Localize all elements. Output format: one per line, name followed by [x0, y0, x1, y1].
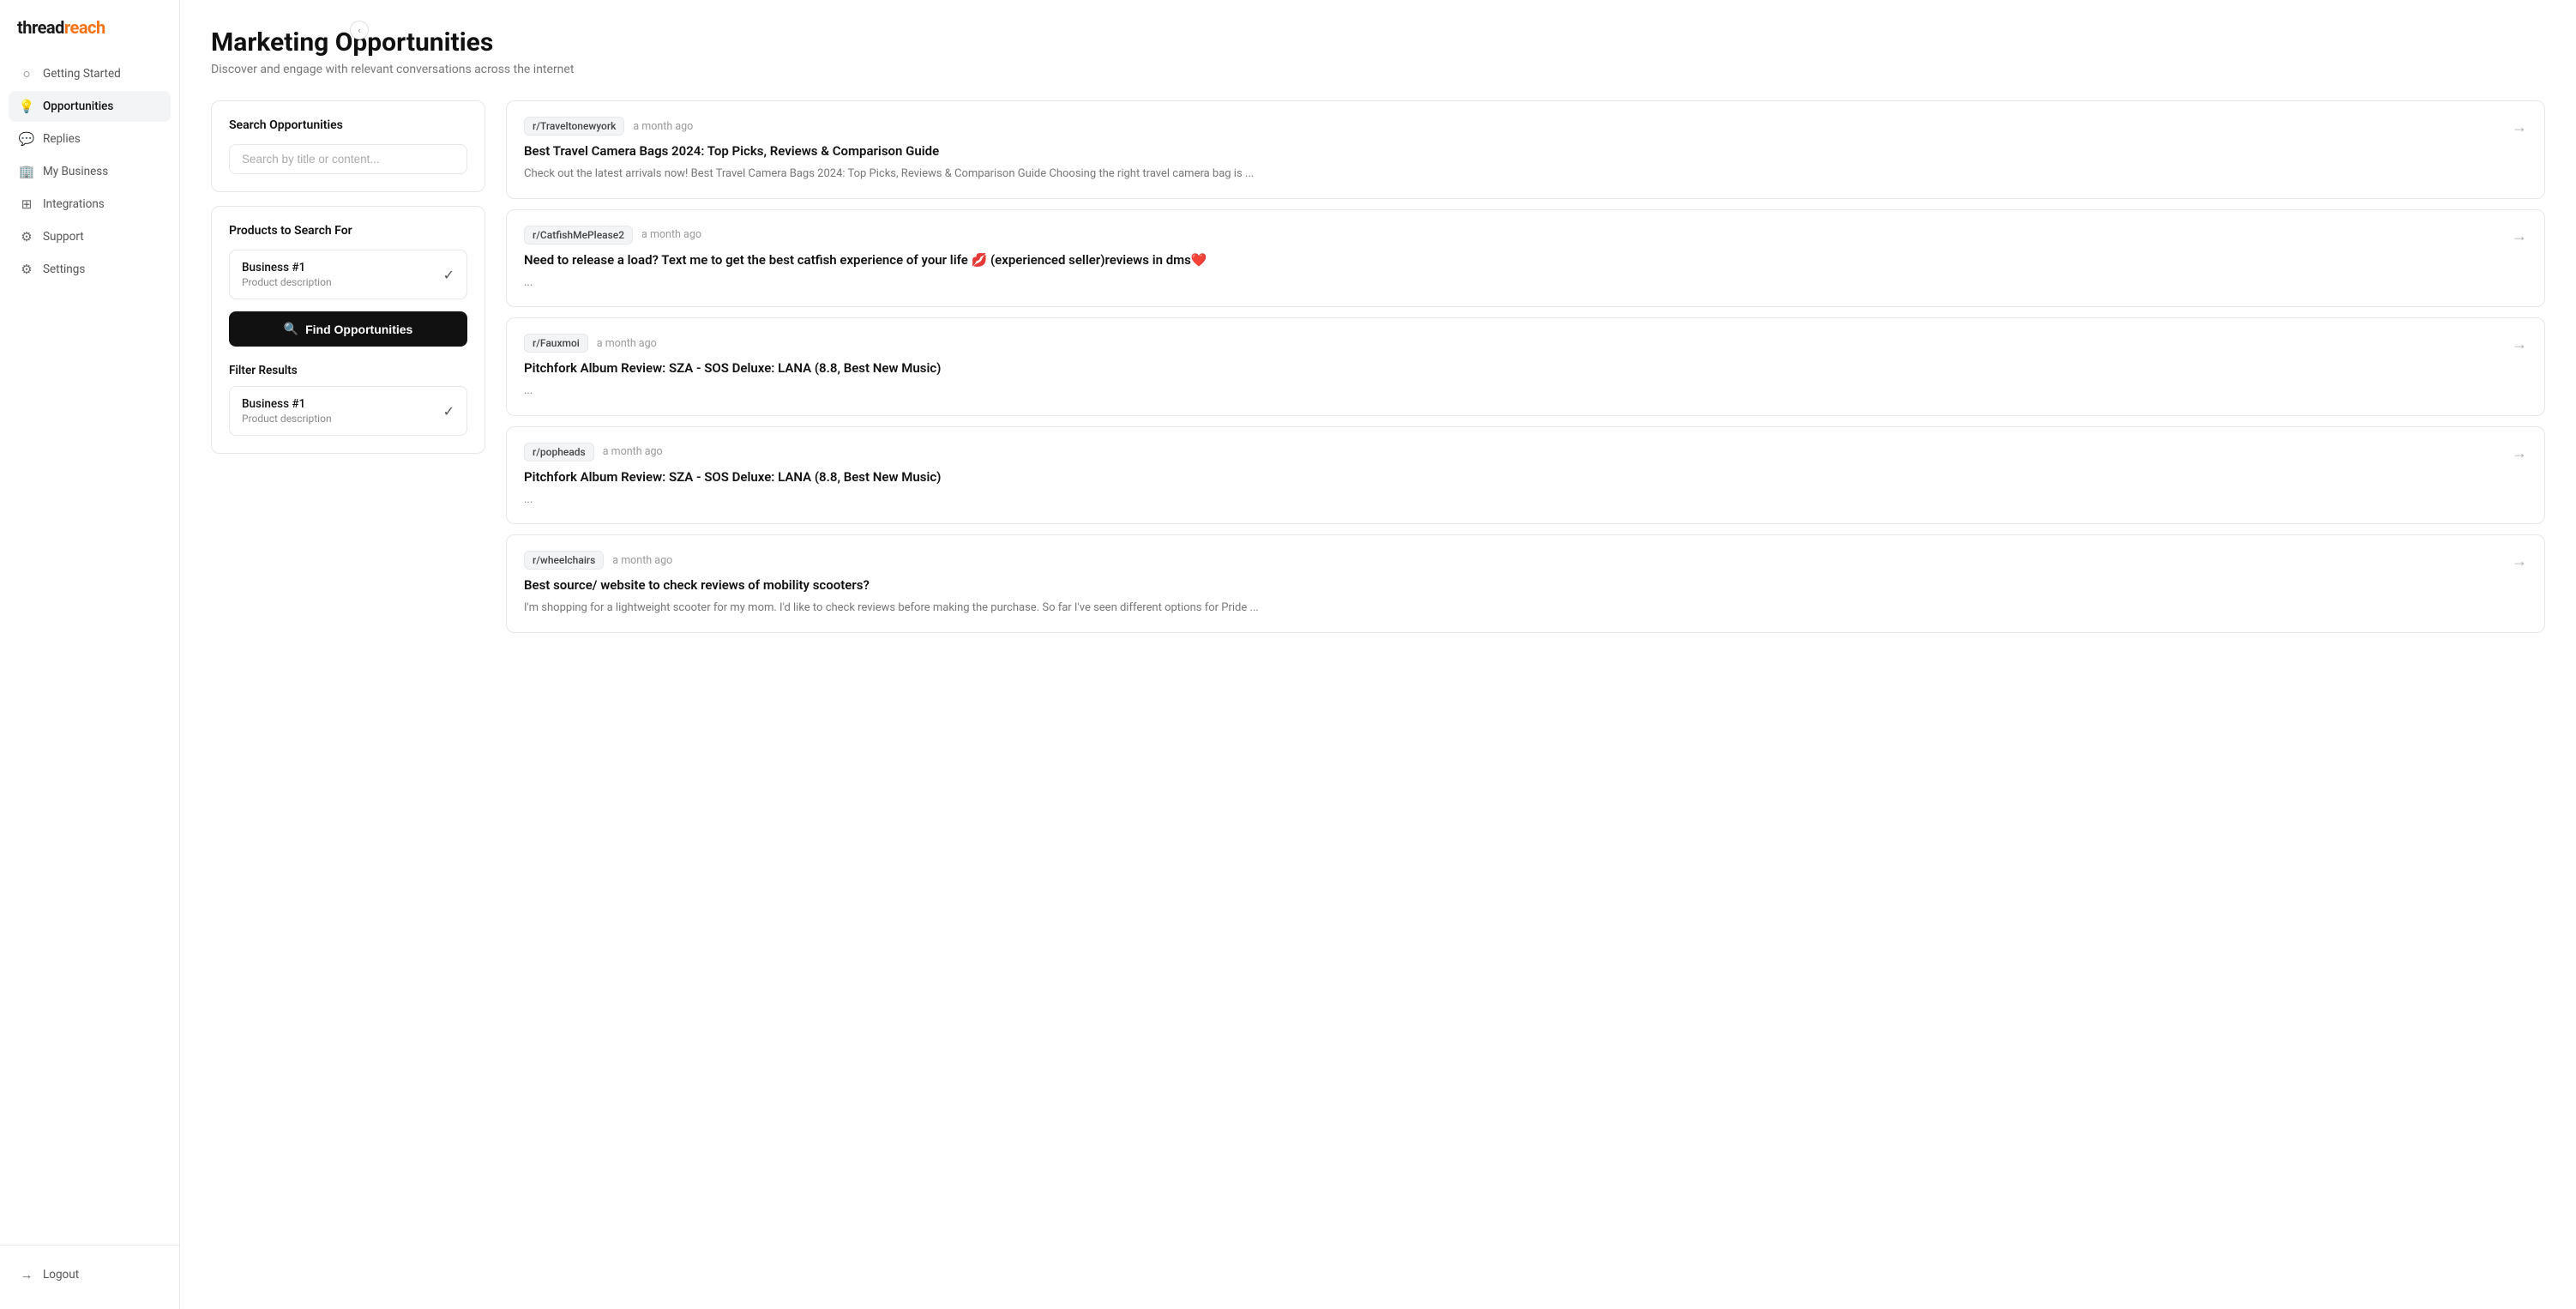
sidebar-item-my-business[interactable]: 🏢 My Business [9, 156, 171, 187]
time-ago: a month ago [612, 554, 672, 567]
arrow-right-icon: → [2512, 335, 2527, 353]
question-icon: ⚙ [19, 229, 34, 244]
sidebar-item-label: Settings [43, 262, 85, 276]
filter-item[interactable]: Business #1 Product description ✓ [229, 386, 467, 436]
result-content: r/Fauxmoi a month ago Pitchfork Album Re… [524, 334, 2498, 400]
logout-icon: → [19, 1267, 34, 1282]
product-info: Business #1 Product description [242, 261, 332, 288]
filter-check-icon: ✓ [443, 403, 454, 419]
filter-info: Business #1 Product description [242, 397, 332, 425]
filter-item-name: Business #1 [242, 397, 332, 411]
sidebar-bottom: → Logout [0, 1245, 179, 1309]
sidebar-item-replies[interactable]: 💬 Replies [9, 124, 171, 154]
time-ago: a month ago [597, 337, 657, 350]
circle-icon: ○ [19, 66, 34, 81]
result-meta: r/Fauxmoi a month ago [524, 334, 2498, 353]
time-ago: a month ago [641, 228, 701, 241]
search-input[interactable] [229, 144, 467, 174]
result-meta: r/CatfishMePlease2 a month ago [524, 226, 2498, 244]
filter-item-desc: Product description [242, 413, 332, 425]
sidebar-item-label: Integrations [43, 197, 105, 211]
sidebar-item-integrations[interactable]: ⊞ Integrations [9, 189, 171, 220]
sidebar-item-support[interactable]: ⚙ Support [9, 221, 171, 252]
result-card[interactable]: r/popheads a month ago Pitchfork Album R… [506, 426, 2545, 525]
product-description: Product description [242, 276, 332, 288]
sidebar-item-label: Opportunities [43, 100, 113, 113]
result-meta: r/popheads a month ago [524, 443, 2498, 461]
result-content: r/CatfishMePlease2 a month ago Need to r… [524, 226, 2498, 292]
result-content: r/wheelchairs a month ago Best source/ w… [524, 551, 2498, 617]
subreddit-badge: r/wheelchairs [524, 551, 604, 570]
result-title: Need to release a load? Text me to get t… [524, 251, 2498, 269]
result-title: Pitchfork Album Review: SZA - SOS Deluxe… [524, 359, 2498, 377]
sidebar-item-label: Replies [43, 132, 81, 146]
briefcase-icon: 🏢 [19, 164, 34, 179]
sidebar-item-label: Support [43, 230, 84, 244]
result-snippet: ... [524, 383, 2498, 400]
lightbulb-icon: 💡 [19, 99, 34, 114]
page-title: Marketing Opportunities [211, 27, 2545, 57]
search-card-title: Search Opportunities [229, 118, 467, 132]
sidebar-item-opportunities[interactable]: 💡 Opportunities [9, 91, 171, 122]
find-btn-icon: 🔍 [284, 322, 298, 336]
find-btn-label: Find Opportunities [305, 323, 412, 336]
time-ago: a month ago [633, 120, 693, 133]
subreddit-badge: r/Traveltonewyork [524, 117, 624, 136]
subreddit-badge: r/CatfishMePlease2 [524, 226, 633, 244]
filter-title: Filter Results [229, 364, 467, 377]
subreddit-badge: r/popheads [524, 443, 594, 461]
product-item[interactable]: Business #1 Product description ✓ [229, 250, 467, 299]
result-snippet: I'm shopping for a lightweight scooter f… [524, 600, 2498, 617]
logo: threadreach [0, 0, 179, 58]
search-card: Search Opportunities [211, 100, 485, 192]
result-content: r/Traveltonewyork a month ago Best Trave… [524, 117, 2498, 183]
sidebar-item-label: My Business [43, 165, 108, 178]
result-title: Pitchfork Album Review: SZA - SOS Deluxe… [524, 468, 2498, 486]
collapse-sidebar-button[interactable]: ‹ [350, 21, 369, 39]
main-content: Marketing Opportunities Discover and eng… [180, 0, 2576, 1309]
grid-icon: ⊞ [19, 196, 34, 212]
result-content: r/popheads a month ago Pitchfork Album R… [524, 443, 2498, 509]
filter-section: Filter Results Business #1 Product descr… [229, 364, 467, 436]
result-meta: r/Traveltonewyork a month ago [524, 117, 2498, 136]
result-card[interactable]: r/Fauxmoi a month ago Pitchfork Album Re… [506, 317, 2545, 416]
result-snippet: ... [524, 492, 2498, 509]
chat-icon: 💬 [19, 131, 34, 147]
arrow-right-icon: → [2512, 118, 2527, 136]
gear-icon: ⚙ [19, 262, 34, 277]
result-card[interactable]: r/CatfishMePlease2 a month ago Need to r… [506, 209, 2545, 308]
result-title: Best Travel Camera Bags 2024: Top Picks,… [524, 142, 2498, 160]
left-panel: Search Opportunities Products to Search … [211, 100, 485, 454]
results-panel: r/Traveltonewyork a month ago Best Trave… [506, 100, 2545, 643]
arrow-right-icon: → [2512, 227, 2527, 245]
result-title: Best source/ website to check reviews of… [524, 576, 2498, 594]
arrow-right-icon: → [2512, 444, 2527, 462]
time-ago: a month ago [603, 445, 663, 458]
result-card[interactable]: r/Traveltonewyork a month ago Best Trave… [506, 100, 2545, 199]
subreddit-badge: r/Fauxmoi [524, 334, 588, 353]
logo-part2: reach [64, 17, 105, 38]
logout-button[interactable]: → Logout [9, 1259, 171, 1290]
logout-label: Logout [43, 1268, 79, 1282]
main-nav: ○ Getting Started 💡 Opportunities 💬 Repl… [0, 58, 179, 1245]
result-meta: r/wheelchairs a month ago [524, 551, 2498, 570]
logo-part1: thread [17, 17, 64, 38]
check-icon: ✓ [443, 267, 454, 283]
result-card[interactable]: r/wheelchairs a month ago Best source/ w… [506, 534, 2545, 633]
find-opportunities-button[interactable]: 🔍 Find Opportunities [229, 311, 467, 347]
products-card-title: Products to Search For [229, 224, 467, 238]
content-layout: Search Opportunities Products to Search … [211, 100, 2545, 643]
product-name: Business #1 [242, 261, 332, 274]
result-snippet: Check out the latest arrivals now! Best … [524, 166, 2498, 183]
sidebar-item-settings[interactable]: ⚙ Settings [9, 254, 171, 285]
result-snippet: ... [524, 274, 2498, 292]
sidebar: threadreach ○ Getting Started 💡 Opportun… [0, 0, 180, 1309]
products-card: Products to Search For Business #1 Produ… [211, 206, 485, 454]
page-subtitle: Discover and engage with relevant conver… [211, 63, 2545, 76]
arrow-right-icon: → [2512, 552, 2527, 570]
sidebar-item-getting-started[interactable]: ○ Getting Started [9, 58, 171, 89]
sidebar-item-label: Getting Started [43, 67, 121, 81]
